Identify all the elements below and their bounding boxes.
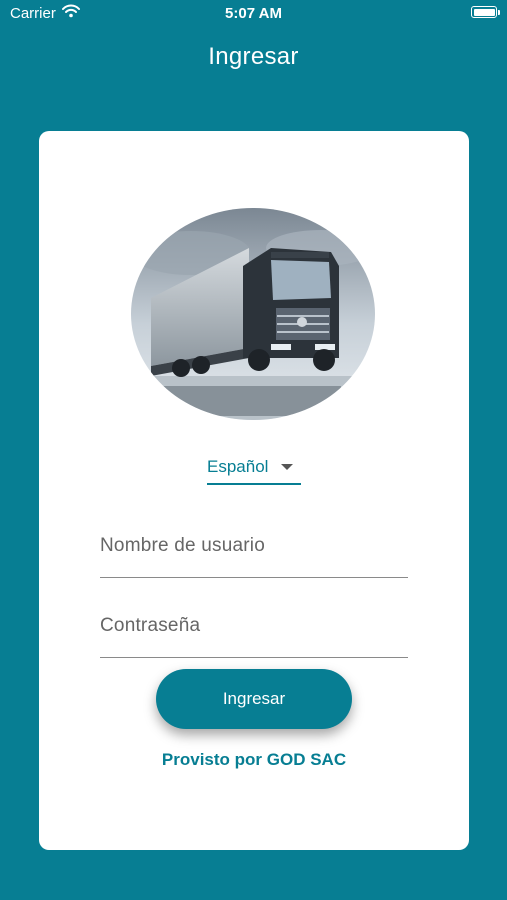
dropdown-caret-icon [281, 464, 293, 470]
username-field[interactable]: Nombre de usuario [100, 519, 408, 578]
username-placeholder: Nombre de usuario [100, 535, 265, 556]
language-value: Español [207, 457, 269, 476]
truck-image [131, 208, 375, 420]
status-time: 5:07 AM [225, 5, 282, 22]
battery-icon [471, 6, 500, 18]
page-title: Ingresar [208, 43, 299, 70]
status-bar: Carrier 5:07 AM [0, 0, 507, 28]
password-field[interactable]: Contraseña [100, 599, 408, 658]
login-card: Español Nombre de usuario Contraseña Ing… [39, 131, 469, 850]
provider-link[interactable]: Provisto por GOD SAC [39, 750, 469, 770]
password-placeholder: Contraseña [100, 615, 201, 636]
language-select[interactable]: Español [207, 449, 301, 485]
login-button[interactable]: Ingresar [156, 669, 352, 729]
